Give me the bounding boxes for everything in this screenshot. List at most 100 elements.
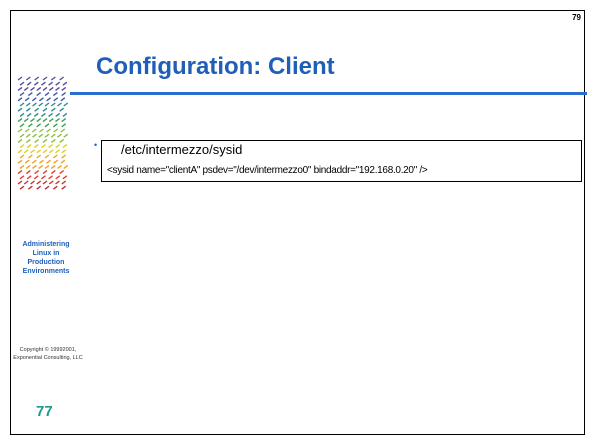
logo-mark [50,107,56,112]
logo-mark [27,123,33,128]
sidebar-course-line-3: Production [27,259,65,266]
logo-mark [52,154,58,159]
logo-mark [61,118,67,123]
logo-mark [36,149,42,154]
logo-mark [63,164,69,169]
logo-mark [24,97,30,102]
logo-mark [42,170,48,175]
logo-mark [17,128,23,133]
logo-mark [19,164,25,169]
logo-mark [17,86,23,91]
logo-mark [42,138,48,143]
logo-mark [25,76,31,81]
logo-mark [44,102,50,107]
logo-mark [38,133,44,138]
logo-mark [36,86,42,91]
logo-mark [44,154,50,159]
logo-mark [17,170,23,175]
logo-mark [46,128,51,133]
logo-mark [59,76,65,81]
code-line: <sysid name="clientA" psdev="/dev/interm… [107,165,428,176]
logo-mark [60,159,66,164]
logo-mark [52,123,58,128]
logo-mark [31,128,37,133]
logo-mark [27,185,33,190]
logo-mark [48,118,54,123]
logo-mark [38,164,44,169]
logo-mark [44,164,50,169]
logo-mark [61,92,67,97]
copyright: Copyright © 19992001, Exponential Consul… [0,346,96,362]
logo-mark [27,154,33,159]
logo-mark [24,128,30,133]
logo-mark [61,154,67,159]
logo-mark [55,149,60,154]
logo-mark [19,92,25,97]
logo-mark [44,185,50,190]
logo-mark [48,149,54,154]
logo-mark [42,86,48,91]
logo-mark [31,159,37,164]
sidebar-course-line-2: Linux in [32,250,60,257]
logo-mark [17,76,23,81]
logo-mark [19,144,25,149]
logo-mark [44,123,50,128]
logo-mark [17,118,23,123]
logo-mark [36,118,42,123]
logo-mark [46,97,51,102]
logo-mark [36,123,42,128]
logo-mark [57,133,62,138]
logo-mark [17,149,23,154]
logo-mark [59,138,65,143]
logo-mark [52,92,58,97]
logo-mark [42,76,48,81]
logo-mark [19,123,25,128]
logo-mark [26,112,32,117]
logo-mark [17,159,23,164]
title-rule [70,92,587,95]
logo-mark [19,133,25,138]
logo-mark [36,92,42,97]
logo-mark [19,102,25,107]
logo-mark [36,154,42,159]
logo-mark [39,128,44,133]
logo-mark [33,81,39,86]
logo-mark [39,97,44,102]
logo-mark [55,175,61,180]
logo-mark [17,180,23,185]
logo-mark [23,149,29,154]
logo-mark [42,149,48,154]
logo-mark [44,92,50,97]
logo-mark [19,112,25,117]
logo-mark [48,112,53,117]
logo-mark [62,175,68,180]
logo-mark [55,118,60,123]
logo-mark [61,123,67,128]
logo-mark [53,128,59,133]
slide-title: Configuration: Client [96,53,335,80]
logo-mark [38,102,44,107]
logo-mark [25,102,31,107]
logo-mark [63,133,69,138]
logo-mark [55,144,61,149]
logo-mark [17,97,23,102]
logo-mark [25,164,31,169]
logo-mark [61,185,67,190]
logo-mark [32,164,37,169]
logo-mark [42,118,48,123]
logo-mark [42,180,48,185]
logo-mark [52,185,58,190]
logo-mark [39,159,44,164]
logo-mark [33,175,39,180]
logo-mark [55,180,60,185]
logo-mark [55,81,61,86]
page-number: 77 [36,403,53,420]
logo-mark [57,102,62,107]
logo-mark [32,133,37,138]
logo-mark [24,159,30,164]
logo-mark [19,175,25,180]
logo-mark [50,170,56,175]
slide-corner-number: 79 [572,13,581,22]
logo-mark [30,180,35,185]
logo-mark [48,144,53,149]
